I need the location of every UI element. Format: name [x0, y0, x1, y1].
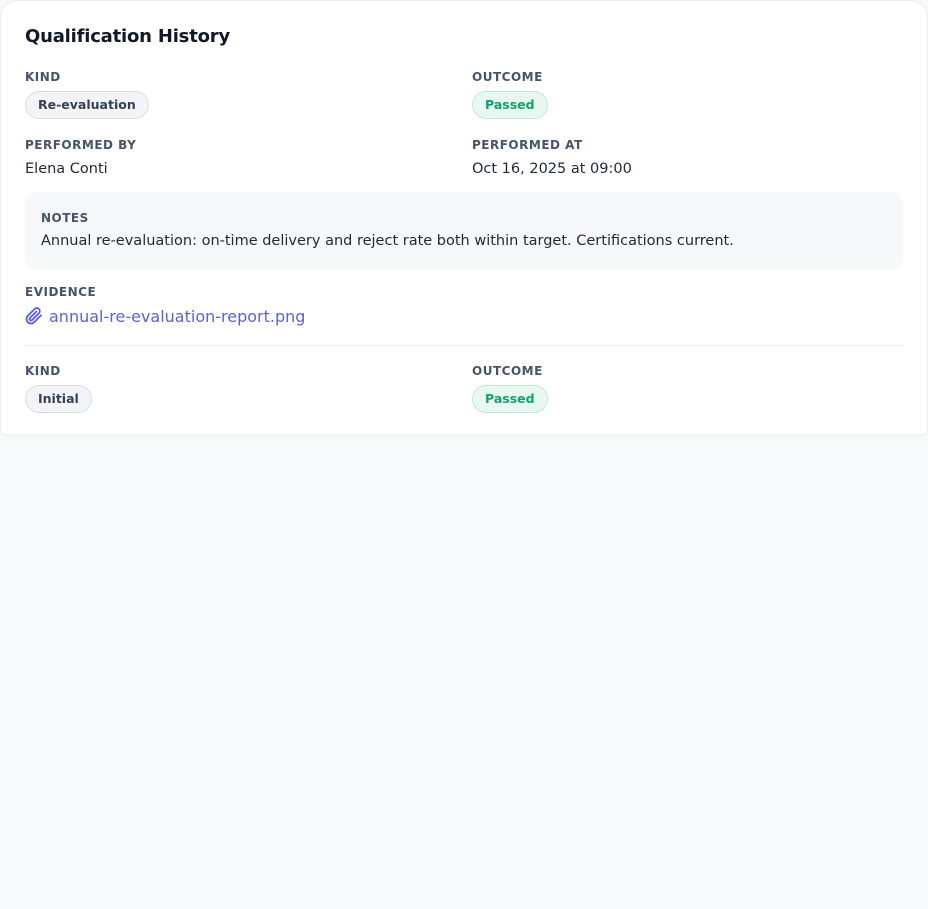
notes-text: Annual re-evaluation: on-time delivery a… [41, 233, 734, 249]
card-title: Qualification History [25, 26, 230, 47]
evidence-file-link[interactable]: annual-re-evaluation-report.png [25, 306, 305, 326]
outcome-badge: Passed [472, 91, 548, 119]
notes-label: NOTES [41, 211, 89, 225]
qualification-history-card: Qualification History KIND Re-evaluation… [1, 1, 927, 434]
outcome-label: OUTCOME [472, 70, 543, 84]
performed-by-value: Elena Conti [25, 161, 108, 177]
evidence-file-name: annual-re-evaluation-report.png [49, 306, 306, 326]
performed-at-label: PERFORMED AT [472, 138, 583, 152]
paperclip-icon [25, 306, 43, 326]
evidence-label: EVIDENCE [25, 285, 97, 299]
outcome-label: OUTCOME [472, 364, 543, 378]
performed-by-label: PERFORMED BY [25, 138, 137, 152]
kind-label: KIND [25, 364, 61, 378]
entry-divider [25, 345, 903, 346]
outcome-badge: Passed [472, 385, 548, 413]
kind-label: KIND [25, 70, 61, 84]
notes-box: NOTES Annual re-evaluation: on-time deli… [25, 192, 903, 270]
kind-badge: Re-evaluation [25, 91, 149, 119]
performed-at-value: Oct 16, 2025 at 09:00 [472, 161, 632, 177]
kind-badge: Initial [25, 385, 92, 413]
